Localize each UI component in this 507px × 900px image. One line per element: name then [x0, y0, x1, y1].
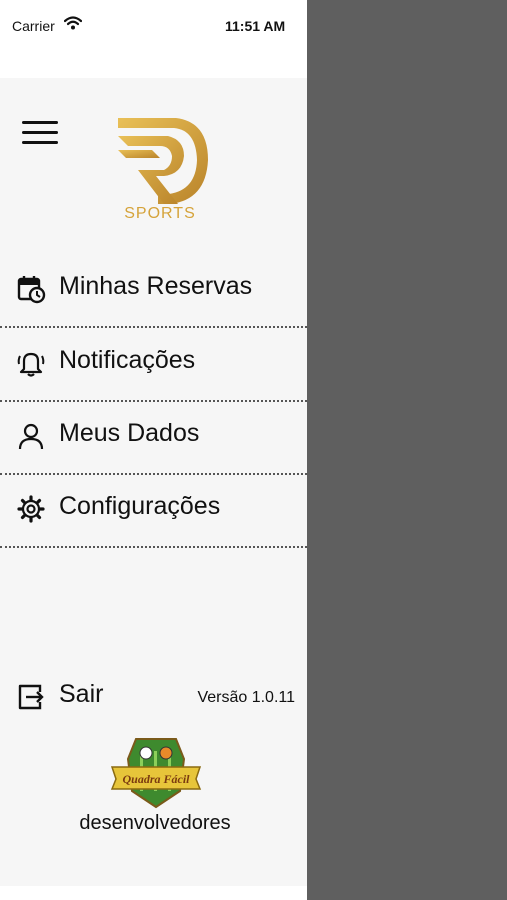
bottom-bar [0, 886, 307, 900]
menu-item-meus-dados[interactable]: Meus Dados [0, 401, 307, 471]
clock: 11:51 AM [225, 18, 286, 34]
gear-icon [17, 495, 45, 523]
logout-button[interactable]: Sair [0, 668, 180, 724]
badge-text: Quadra Fácil [122, 772, 190, 786]
menu-item-notificacoes[interactable]: Notificações [0, 328, 307, 398]
menu-item-label: Meus Dados [59, 419, 200, 447]
user-icon [18, 423, 44, 450]
menu-item-configuracoes[interactable]: Configurações [0, 474, 307, 544]
carrier-label: Carrier [12, 18, 55, 34]
menu-item-minhas-reservas[interactable]: Minhas Reservas [0, 254, 307, 324]
bell-icon [17, 352, 45, 377]
hamburger-menu-icon[interactable] [20, 116, 60, 150]
divider [0, 546, 307, 548]
app-version: Versão 1.0.11 [197, 689, 295, 706]
logout-icon [18, 684, 44, 710]
wifi-icon [64, 16, 82, 30]
side-drawer: Carrier 11:51 AM SPORTS Minhas Reservas … [0, 0, 307, 900]
developers-label: desenvolvedores [79, 812, 231, 834]
status-bar: Carrier 11:51 AM [0, 0, 307, 78]
logo-text: SPORTS [124, 205, 196, 222]
menu-item-label: Notificações [59, 346, 196, 374]
menu-item-label: Configurações [59, 492, 221, 520]
menu-item-label: Minhas Reservas [59, 272, 253, 300]
quadra-facil-badge: Quadra Fácil [110, 738, 202, 809]
logout-label: Sair [59, 680, 104, 708]
calendar-clock-icon [17, 276, 46, 304]
drawer-backdrop[interactable] [307, 0, 507, 900]
